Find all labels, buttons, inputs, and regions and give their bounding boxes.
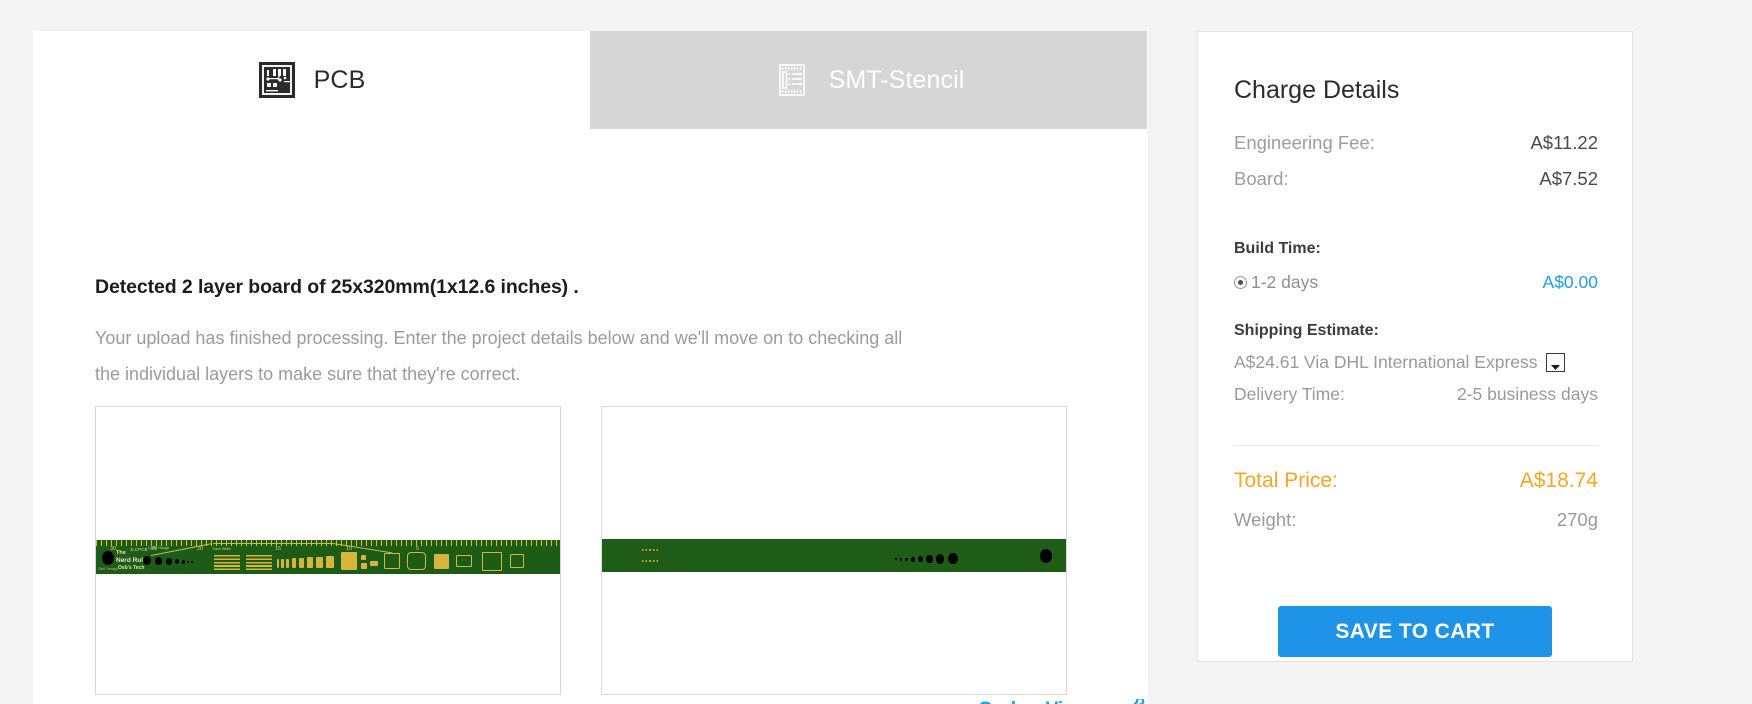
- save-to-cart-button[interactable]: SAVE TO CART: [1278, 606, 1552, 657]
- board-fee-value: A$7.52: [1539, 168, 1598, 189]
- main-content-panel: PCB SMT-Stencil Detected 2 layer board o…: [33, 31, 1148, 704]
- mount-hole: [1040, 549, 1052, 563]
- engineering-fee-value: A$11.22: [1530, 132, 1598, 153]
- drill-hole: [918, 556, 923, 562]
- silk-cable-gauge: Cable Gauge: [148, 546, 170, 550]
- mount-hole: [102, 551, 114, 565]
- page-root: PCB SMT-Stencil Detected 2 layer board o…: [0, 0, 1752, 704]
- tab-pcb[interactable]: PCB: [33, 31, 590, 129]
- smd-pad: [286, 559, 289, 568]
- pcb-back-artwork: [602, 539, 1066, 572]
- drill-hole: [187, 560, 190, 564]
- charge-divider: [1234, 445, 1598, 446]
- silk-trace: [213, 543, 333, 544]
- drill-hole: [948, 553, 958, 564]
- silk-trace-width: Trace Width: [212, 547, 232, 551]
- pad-finger-array: [246, 555, 272, 572]
- smd-pad: [281, 559, 284, 568]
- gerber-viewer-link-group: Gerber Viewer: [978, 697, 1145, 704]
- chain-link-icon[interactable]: [1123, 697, 1145, 704]
- tab-smt-stencil-label: SMT-Stencil: [828, 65, 965, 94]
- engineering-fee-label: Engineering Fee:: [1234, 132, 1375, 153]
- total-price-row: Total Price: A$18.74: [1234, 469, 1598, 493]
- upload-status-description: Your upload has finished processing. Ent…: [95, 328, 903, 384]
- gerber-preview-front[interactable]: The Nerd Ruler Osb's Tech JLCPCB Oshi Tr…: [95, 406, 561, 695]
- weight-label: Weight:: [1234, 509, 1297, 530]
- ruler-mark: 15: [275, 546, 282, 552]
- footprint-outline: [456, 555, 472, 567]
- via-dot-row: [642, 549, 658, 551]
- drill-hole: [166, 558, 172, 565]
- weight-value: 270g: [1556, 509, 1598, 530]
- detected-board-info: Detected 2 layer board of 25x320mm(1x12.…: [95, 276, 579, 298]
- drill-hole: [926, 555, 933, 563]
- shipping-method-row[interactable]: A$24.61 Via DHL International Express: [1234, 352, 1565, 373]
- drill-hole: [182, 560, 185, 564]
- board-fee-row: Board: A$7.52: [1234, 168, 1598, 190]
- smd-pad: [361, 555, 366, 560]
- gerber-preview-back[interactable]: [601, 406, 1067, 695]
- silk-title-the: The: [116, 550, 126, 556]
- smd-pad: [361, 563, 367, 569]
- smd-pad: [326, 556, 334, 568]
- build-time-option-row[interactable]: 1-2 days A$0.00: [1234, 272, 1598, 293]
- shipping-method-value: A$24.61 Via DHL International Express: [1234, 352, 1538, 372]
- total-price-label: Total Price:: [1234, 469, 1338, 492]
- total-price-value: A$18.74: [1519, 469, 1598, 492]
- silk-brand: JLCPCB: [130, 547, 148, 552]
- pcb-board-icon: [258, 61, 296, 99]
- drill-hole: [900, 558, 903, 561]
- chevron-down-icon: [1550, 357, 1561, 370]
- build-time-option-label: 1-2 days: [1251, 272, 1319, 292]
- qfn-pad: [341, 552, 357, 570]
- charge-details-title: Charge Details: [1234, 76, 1400, 104]
- smt-stencil-icon: [773, 61, 811, 99]
- drill-hole: [155, 557, 162, 565]
- drill-hole: [905, 557, 908, 561]
- board-fee-label: Board:: [1234, 168, 1289, 189]
- build-time-radio-group[interactable]: 1-2 days: [1234, 272, 1318, 293]
- smd-pad: [307, 557, 313, 568]
- drill-hole: [175, 559, 179, 564]
- shipping-estimate-heading: Shipping Estimate:: [1234, 322, 1379, 339]
- tab-smt-stencil[interactable]: SMT-Stencil: [590, 31, 1147, 129]
- ruler-mark: 30: [110, 546, 117, 552]
- weight-row: Weight: 270g: [1234, 509, 1598, 531]
- product-type-tabs: PCB SMT-Stencil: [33, 31, 1148, 129]
- footprint-pad: [434, 554, 449, 569]
- drill-hole: [191, 561, 193, 564]
- drill-hole: [936, 554, 944, 564]
- pcb-front-artwork: The Nerd Ruler Osb's Tech JLCPCB Oshi Tr…: [96, 540, 560, 574]
- build-time-price: A$0.00: [1542, 272, 1598, 292]
- ruler-mark: 20: [197, 546, 204, 552]
- smd-pad: [370, 561, 378, 566]
- silk-credit: Oshi Trendjoj: [98, 567, 118, 571]
- footprint-outline: [482, 552, 502, 571]
- drill-hole: [895, 558, 897, 561]
- footprint-outline: [384, 553, 400, 569]
- delivery-time-value: 2-5 business days: [1456, 384, 1598, 404]
- radio-selected-icon[interactable]: [1234, 276, 1247, 289]
- silk-title-sub: Osb's Tech: [118, 565, 145, 571]
- pad-finger-array: [214, 555, 240, 572]
- shipping-method-dropdown[interactable]: [1545, 353, 1565, 372]
- tab-pcb-label: PCB: [313, 65, 366, 94]
- drill-hole: [911, 557, 915, 562]
- smd-pad: [277, 559, 279, 568]
- gerber-viewer-link[interactable]: Gerber Viewer: [978, 699, 1107, 704]
- build-time-heading: Build Time:: [1234, 240, 1321, 257]
- smd-pad: [299, 558, 304, 568]
- footprint-outline: [407, 552, 426, 570]
- drill-hole: [143, 556, 151, 565]
- smd-pad: [292, 558, 296, 568]
- delivery-time-row: Delivery Time: 2-5 business days: [1234, 384, 1598, 405]
- footprint-outline: [510, 554, 524, 568]
- via-dot-row: [642, 560, 658, 562]
- delivery-time-label: Delivery Time:: [1234, 384, 1345, 404]
- smd-pad: [316, 557, 323, 568]
- charge-details-card: Charge Details Engineering Fee: A$11.22 …: [1197, 31, 1633, 662]
- engineering-fee-row: Engineering Fee: A$11.22: [1234, 132, 1598, 154]
